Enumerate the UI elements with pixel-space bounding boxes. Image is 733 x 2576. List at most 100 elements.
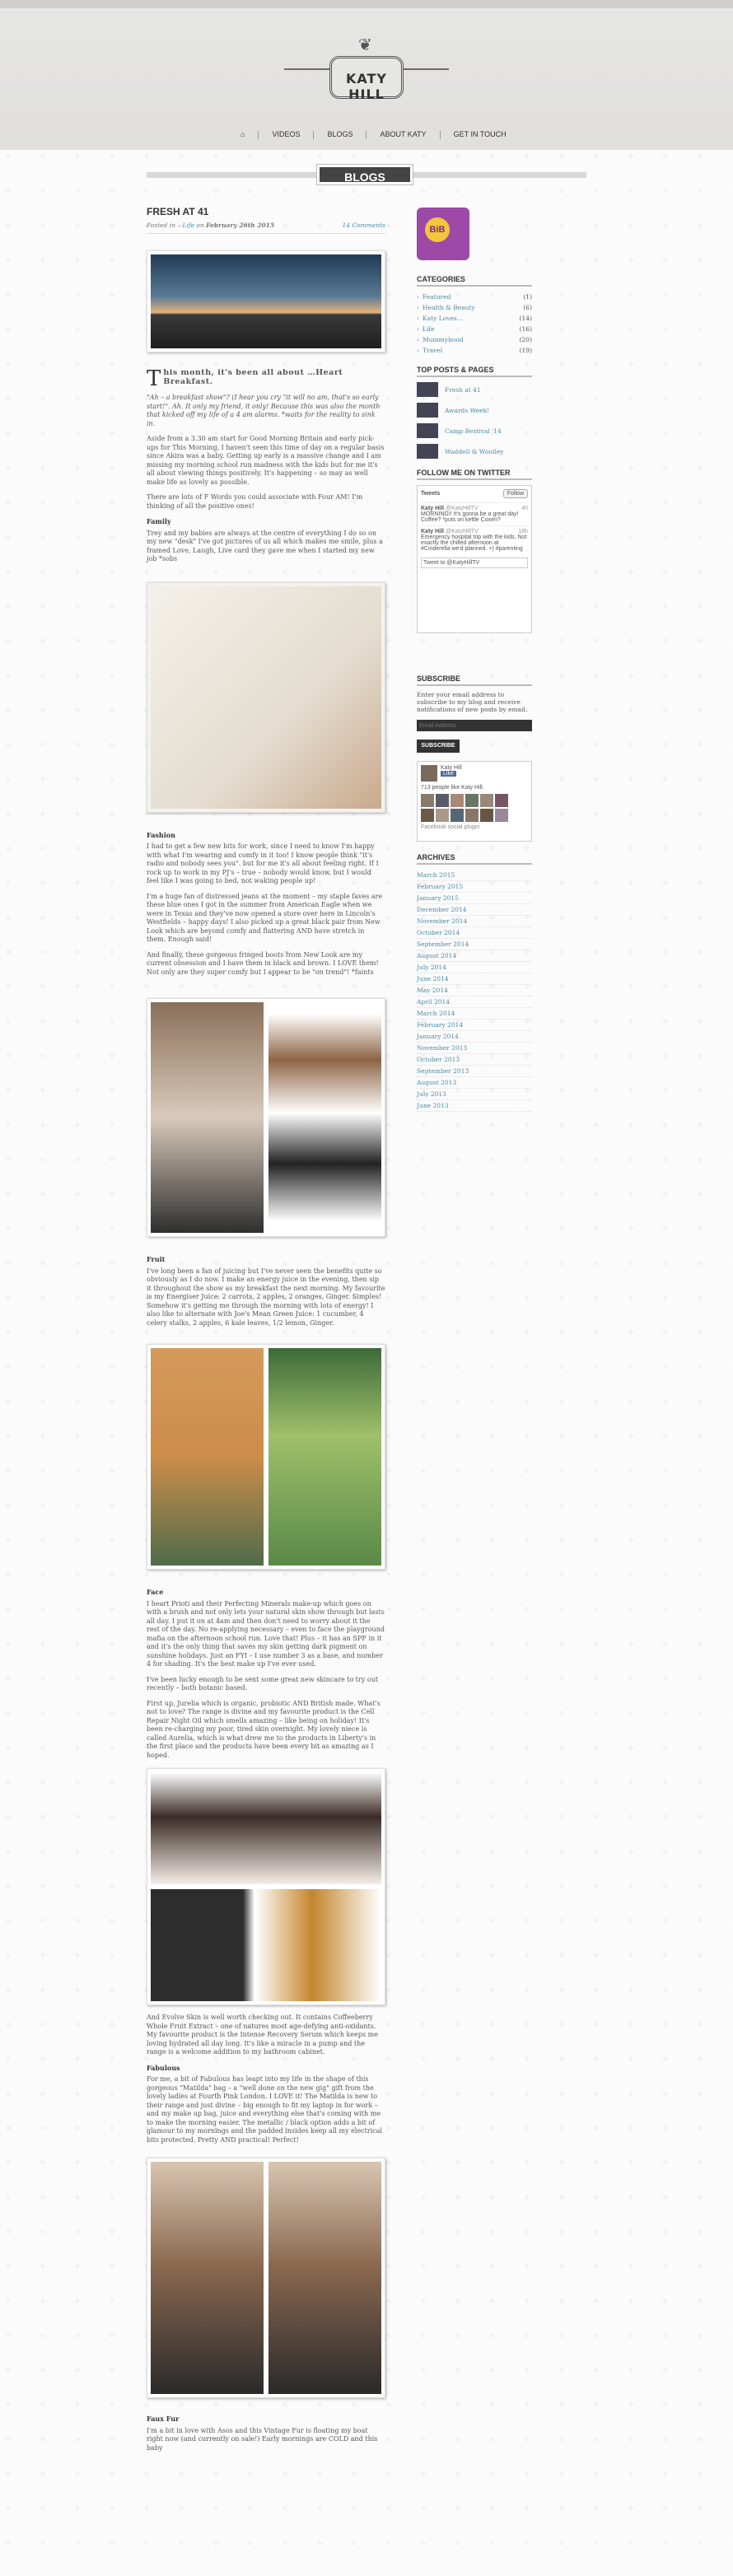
category-link[interactable]: Mummyhood xyxy=(423,336,520,343)
archives-list: March 2015 February 2015 January 2015 Decem… xyxy=(417,870,532,1112)
nav-about[interactable]: ABOUT KATY xyxy=(378,130,427,145)
top-post-link[interactable]: Fresh at 41 xyxy=(445,386,481,394)
site-logo[interactable]: ❦ KATY HILL xyxy=(284,31,449,114)
archive-link[interactable]: June 2013 xyxy=(417,1100,532,1112)
section-heading: Fruit xyxy=(147,1255,166,1263)
email-field[interactable] xyxy=(417,720,532,731)
category-item[interactable]: › Health & Beauty (6) xyxy=(417,302,532,313)
category-count: (1) xyxy=(523,293,532,301)
tweet-author: Katy Hill xyxy=(421,529,445,534)
paragraph: I'm a huge fan of distressed jeans at th… xyxy=(147,892,383,944)
top-post-item[interactable]: Awards Week! xyxy=(417,403,532,418)
follow-button[interactable]: Follow xyxy=(502,489,528,498)
tweet-handle: @KatyHillTV xyxy=(445,506,479,511)
nav-divider xyxy=(313,131,315,139)
section-banner: BLOGS xyxy=(147,164,586,185)
archive-link[interactable]: November 2014 xyxy=(417,916,532,927)
top-post-link[interactable]: Camp Bestival '14 xyxy=(445,427,502,435)
category-item[interactable]: › Travel (19) xyxy=(417,345,532,356)
archive-link[interactable]: February 2015 xyxy=(417,881,532,893)
chevron-right-icon: › xyxy=(417,325,419,333)
paragraph: I've been lucky enough to be sent some g… xyxy=(147,1675,379,1692)
archive-link[interactable]: August 2013 xyxy=(417,1077,532,1089)
category-link[interactable]: Travel xyxy=(423,347,520,354)
section-heading: Fashion xyxy=(147,830,175,839)
home-icon[interactable]: ⌂ xyxy=(239,130,246,145)
tweet-handle: @KatyHillTV xyxy=(445,529,479,534)
archive-link[interactable]: April 2014 xyxy=(417,996,532,1008)
archive-link[interactable]: January 2015 xyxy=(417,893,532,904)
tweet-text: Emergency hospital trip with the kids. N… xyxy=(421,534,527,552)
tweet: Katy Hill @KatyHillTV 4h MORNING!! It's … xyxy=(421,502,528,525)
archive-link[interactable]: May 2014 xyxy=(417,985,532,996)
category-item[interactable]: › Katy Loves… (14) xyxy=(417,313,532,324)
skincare-photo xyxy=(147,1768,385,2005)
category-link[interactable]: Katy Loves… xyxy=(423,315,520,322)
top-post-item[interactable]: Waddell & Woolley xyxy=(417,444,532,459)
nav-blogs[interactable]: BLOGS xyxy=(325,130,354,145)
fb-plugin-label: Facebook social plugin xyxy=(421,824,480,830)
category-item[interactable]: › Featured (1) xyxy=(417,292,532,302)
top-post-thumbnail[interactable] xyxy=(417,423,438,438)
logo-text: KATY HILL xyxy=(345,71,388,102)
twitter-widget: Tweets Follow Katy Hill @KatyHillTV 4h M… xyxy=(417,485,532,633)
paragraph: I've long been a fan of juicing but I've… xyxy=(147,1267,385,1327)
category-link[interactable]: Health & Beauty xyxy=(423,304,523,311)
avatar xyxy=(480,809,493,822)
posted-in-label: Posted in – xyxy=(147,221,183,229)
subscribe-button[interactable]: SUBSCRIBE xyxy=(417,740,460,753)
serum-image xyxy=(151,1889,381,2001)
category-count: (20) xyxy=(519,336,532,343)
category-link[interactable]: Featured xyxy=(423,293,523,301)
archive-link[interactable]: November 2013 xyxy=(417,1043,532,1054)
fb-like-button[interactable]: Like xyxy=(441,771,456,777)
subscribe-heading: SUBSCRIBE xyxy=(417,674,532,686)
archive-link[interactable]: September 2013 xyxy=(417,1066,532,1077)
top-post-link[interactable]: Waddell & Woolley xyxy=(445,448,504,455)
facebook-widget: Katy Hill Like 713 people like Katy Hill.… xyxy=(417,761,532,842)
top-post-link[interactable]: Awards Week! xyxy=(445,407,489,414)
top-post-thumbnail[interactable] xyxy=(417,403,438,418)
top-post-item[interactable]: Camp Bestival '14 xyxy=(417,423,532,438)
archive-link[interactable]: September 2014 xyxy=(417,939,532,950)
archive-link[interactable]: December 2014 xyxy=(417,904,532,916)
archive-link[interactable]: March 2014 xyxy=(417,1008,532,1020)
bag-image-right xyxy=(268,2162,381,2394)
bib-badge[interactable]: BiB xyxy=(417,208,469,260)
avatar xyxy=(436,794,449,807)
outfit-image xyxy=(151,1002,264,1233)
archive-link[interactable]: July 2013 xyxy=(417,1089,532,1100)
top-post-thumbnail[interactable] xyxy=(417,444,438,459)
nav-videos[interactable]: VIDEOS xyxy=(270,130,301,145)
archive-link[interactable]: October 2014 xyxy=(417,927,532,939)
category-link[interactable]: Life xyxy=(183,222,195,229)
top-post-thumbnail[interactable] xyxy=(417,382,438,397)
archive-link[interactable]: June 2014 xyxy=(417,973,532,985)
archive-link[interactable]: February 2014 xyxy=(417,1020,532,1031)
avatar xyxy=(465,809,479,822)
nav-contact[interactable]: GET IN TOUCH xyxy=(452,130,508,145)
archive-link[interactable]: August 2014 xyxy=(417,950,532,962)
post-title[interactable]: FRESH AT 41 xyxy=(147,207,385,216)
section-tag: BLOGS xyxy=(316,164,413,185)
paragraph: And finally, these gorgeous fringed boot… xyxy=(147,950,379,976)
comments-link[interactable]: 14 Comments xyxy=(342,222,385,231)
archive-link[interactable]: January 2014 xyxy=(417,1031,532,1043)
fb-page-name[interactable]: Katy Hill xyxy=(441,765,462,771)
archive-link[interactable]: July 2014 xyxy=(417,962,532,973)
top-post-item[interactable]: Fresh at 41 xyxy=(417,382,532,397)
post-meta-left: Posted in – Life on February 26th 2015 xyxy=(147,222,274,231)
archive-link[interactable]: October 2013 xyxy=(417,1054,532,1066)
category-item[interactable]: › Mummyhood (20) xyxy=(417,334,532,345)
category-link[interactable]: Life xyxy=(423,325,520,333)
category-count: (16) xyxy=(519,325,532,333)
archive-link[interactable]: March 2015 xyxy=(417,870,532,881)
tweet: Katy Hill @KatyHillTV 18h Emergency hosp… xyxy=(421,525,528,554)
tweet-to-box[interactable]: Tweet to @KatyHillTV xyxy=(421,558,528,568)
butterfly-icon: ❦ xyxy=(358,35,372,54)
avatar xyxy=(451,809,464,822)
chevron-right-icon: › xyxy=(417,304,419,311)
category-item[interactable]: › Life (16) xyxy=(417,324,532,334)
drop-cap: T xyxy=(147,366,161,391)
category-count: (14) xyxy=(519,315,532,322)
